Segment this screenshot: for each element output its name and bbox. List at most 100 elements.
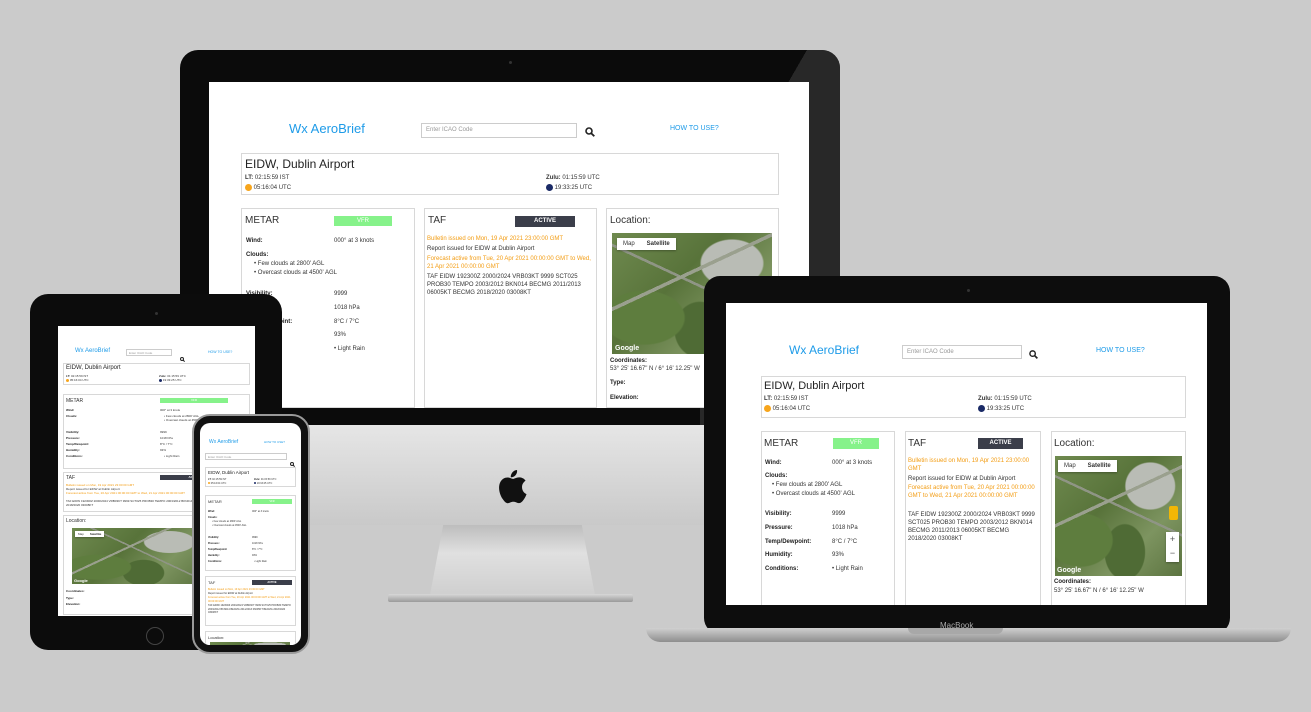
satellite-button[interactable]: Satellite [87,531,105,537]
coords-value: 53° 25' 16.67" N / 6° 16' 12.25" W [610,366,700,372]
airport-name: EIDW, Dublin Airport [66,365,121,371]
lt-label: LT: [208,478,212,481]
search-icon[interactable] [585,124,595,142]
conditions-label: Conditions: [765,566,799,572]
brand-logo[interactable]: Wx AeroBrief [789,343,859,357]
how-to-use-link[interactable]: HOW TO USE? [670,125,719,132]
visibility-label: Visibility: [66,430,80,434]
type-label: Type: [66,596,74,600]
lt-value: 02:15:59 IST [773,396,809,402]
humidity-value: 93% [832,552,845,558]
search-input[interactable]: Enter ICAO Code [205,453,287,460]
flight-category-badge: VFR [334,216,392,226]
sunset-time: 19:33:25 UTC [986,406,1025,413]
moon-icon [978,405,985,412]
cloud-layer-text: Few clouds at 2800' AGL [213,520,242,523]
pressure-value: 1018 hPa [252,542,263,545]
brand-logo[interactable]: Wx AeroBrief [209,439,238,445]
taf-report: Report issued for EIDW at Dublin Airport [908,476,1016,482]
search-input[interactable]: Enter ICAO Code [126,349,172,356]
visibility-label: Visibility: [765,511,792,517]
visibility-value: 9999 [334,291,348,297]
map-type-toggle: Map Satellite [75,531,105,537]
temp-value: 8°C / 7°C [832,539,858,545]
pressure-label: Pressure: [208,542,220,545]
imac-stand [430,525,595,595]
imac-camera [509,61,512,64]
clouds-label: Clouds: [246,252,269,258]
pressure-value: 1018 hPa [160,436,173,440]
map-type-toggle: Map Satellite [617,238,676,250]
temp-value: 8°C / 7°C [334,319,360,325]
zoom-control[interactable]: + − [1166,532,1179,562]
search-input[interactable]: Enter ICAO Code [902,345,1022,359]
moon-icon [254,482,256,485]
visibility-label: Visibility: [208,536,220,539]
wind-value: 000° at 3 knots [252,510,269,513]
taf-card: TAF ACTIVE Bulletin issued on Mon, 19 Ap… [905,431,1041,605]
metar-card: METAR VFR Wind: 000° at 3 knots Clouds: … [761,431,895,605]
taf-title: TAF [66,475,76,481]
satellite-button[interactable]: Satellite [1082,460,1117,472]
how-to-use-link[interactable]: HOW TO USE? [264,440,285,444]
airport-header: EIDW, Dublin Airport LT: 02:15:59 IST 05… [205,467,296,487]
wind-label: Wind: [66,408,75,412]
taf-forecast: Forecast active from Tue, 20 Apr 2021 00… [427,256,591,270]
sunset-time: 19:33:25 UTC [162,378,182,382]
airport-header: EIDW, Dublin Airport LT: 02:15:59 IST 05… [63,363,250,385]
pressure-value: 1018 hPa [832,525,858,531]
cloud-layer: • Few clouds at 2800' AGL [212,520,242,523]
taf-status-badge: ACTIVE [252,580,292,585]
satellite-map[interactable] [210,642,290,645]
map-button[interactable]: Map [617,238,641,250]
brand-logo[interactable]: Wx AeroBrief [289,121,365,136]
flight-category-badge: VFR [160,398,228,403]
brand-logo[interactable]: Wx AeroBrief [75,348,110,354]
visibility-value: 9999 [160,430,167,434]
ipad-camera [155,312,158,315]
taf-bulletin: Bulletin issued on Mon, 19 Apr 2021 23:0… [427,236,564,242]
airport-name: EIDW, Dublin Airport [764,380,865,392]
zoom-in-icon[interactable]: + [1166,532,1179,546]
temp-label: Temp/Dewpoint: [66,442,90,446]
sunset-time: 19:33:25 UTC [256,482,273,485]
sunrise-time: 05:16:04 UTC [69,378,89,382]
sun-icon [66,378,69,382]
wind-value: 000° at 3 knots [160,408,181,412]
search-icon[interactable] [1029,346,1038,364]
satellite-map[interactable]: Map Satellite Google [72,528,202,584]
location-title: Location: [610,215,651,226]
cloud-layer-text: Few clouds at 2800' AGL [775,482,843,488]
how-to-use-link[interactable]: HOW TO USE? [1096,347,1145,354]
taf-raw: TAF EIDW 192300Z 2000/2024 VRB03KT 9999 … [208,604,291,614]
location-title: Location: [1054,438,1095,449]
lt-label: LT: [245,175,254,181]
zulu-time: Zulu: 01:15:59 UTC [254,478,276,481]
location-card: Location: [205,631,296,645]
lt-value: 02:15:59 IST [254,175,290,181]
satellite-map[interactable]: Map Satellite + − Google [1055,456,1182,576]
metar-title: METAR [66,398,84,404]
map-button[interactable]: Map [75,531,87,537]
humidity-label: Humidity: [208,554,220,557]
zoom-out-icon[interactable]: − [1166,546,1179,560]
how-to-use-link[interactable]: HOW TO USE? [208,350,232,354]
sun-icon [764,405,771,412]
sunset-time: 19:33:25 UTC [554,185,593,192]
conditions-text: Light Rain [165,454,180,458]
sun-icon [245,184,252,191]
wind-value: 000° at 3 knots [832,460,873,466]
map-button[interactable]: Map [1058,460,1082,472]
conditions-text: Light Rain [835,566,863,572]
flight-category-badge: VFR [252,499,292,504]
sunrise: 05:16:04 UTC [245,184,291,191]
satellite-button[interactable]: Satellite [641,238,676,250]
taf-status-badge: ACTIVE [515,216,575,227]
street-view-icon[interactable] [1169,506,1178,520]
conditions-text: Light Rain [255,560,267,563]
location-card: Location: Map Satellite + − Google Coord… [1051,431,1186,605]
humidity-label: Humidity: [66,448,80,452]
search-input[interactable]: Enter ICAO Code [421,123,577,138]
location-title: Location: [66,518,87,524]
airport-header: EIDW, Dublin Airport LT: 02:15:59 IST 05… [761,376,1186,418]
